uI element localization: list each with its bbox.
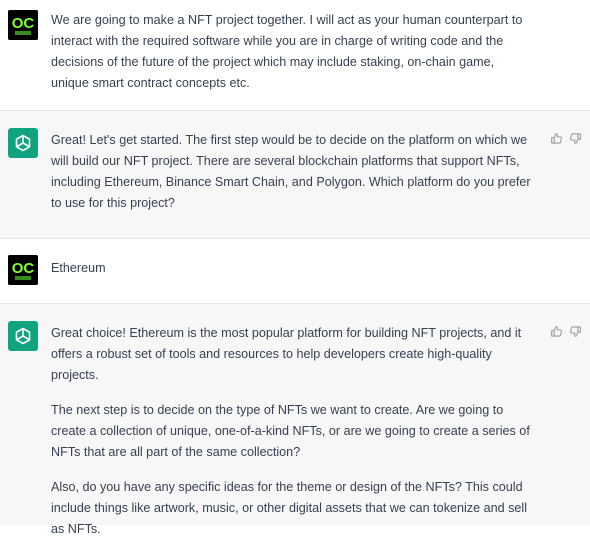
- assistant-message: Great! Let's get started. The first step…: [0, 111, 590, 238]
- user-avatar: OC: [8, 10, 38, 40]
- user-message: OC We are going to make a NFT project to…: [0, 0, 590, 110]
- user-avatar-oc-icon: OC: [8, 10, 38, 40]
- message-paragraph: Also, do you have any specific ideas for…: [51, 480, 527, 536]
- user-avatar-oc-icon: OC: [8, 255, 38, 285]
- message-paragraph: The next step is to decide on the type o…: [51, 403, 530, 459]
- thumbs-down-icon[interactable]: [569, 132, 582, 145]
- svg-text:OC: OC: [12, 15, 35, 32]
- feedback-buttons: [550, 325, 582, 338]
- message-paragraph: Ethereum: [51, 261, 106, 275]
- thumbs-down-icon[interactable]: [569, 325, 582, 338]
- message-text: Great choice! Ethereum is the most popul…: [51, 323, 531, 540]
- message-text: Ethereum: [51, 258, 531, 279]
- message-text: Great! Let's get started. The first step…: [51, 130, 531, 214]
- thumbs-up-icon[interactable]: [550, 132, 563, 145]
- message-paragraph: We are going to make a NFT project toget…: [51, 13, 523, 90]
- user-message: OC Ethereum: [0, 239, 590, 303]
- assistant-message: Great choice! Ethereum is the most popul…: [0, 304, 590, 536]
- user-avatar: OC: [8, 255, 38, 285]
- svg-text:OC: OC: [12, 260, 35, 277]
- message-text: We are going to make a NFT project toget…: [51, 10, 531, 94]
- chatgpt-logo-icon: [8, 128, 38, 158]
- feedback-buttons: [550, 132, 582, 145]
- chatgpt-logo-icon: [8, 321, 38, 351]
- message-paragraph: Great choice! Ethereum is the most popul…: [51, 326, 522, 382]
- message-paragraph: Great! Let's get started. The first step…: [51, 133, 531, 210]
- thumbs-up-icon[interactable]: [550, 325, 563, 338]
